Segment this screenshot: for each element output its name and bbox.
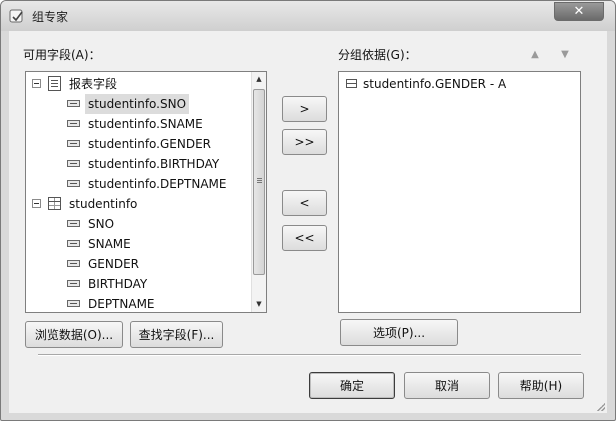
- field-icon: [67, 300, 80, 307]
- scroll-down-icon[interactable]: ▼: [252, 297, 266, 311]
- app-icon: [9, 9, 23, 23]
- tree-item-field[interactable]: GENDER: [26, 254, 250, 274]
- tree-item-label: studentinfo: [69, 197, 138, 211]
- field-icon: [67, 140, 80, 147]
- tree-item-label: SNO: [88, 217, 115, 231]
- tree-item-report-group[interactable]: 报表字段: [26, 74, 250, 94]
- separator: [38, 354, 581, 356]
- tree-item-field[interactable]: studentinfo.SNO: [26, 94, 250, 114]
- field-icon: [67, 180, 80, 187]
- group-expert-dialog: 组专家 ✕ 可用字段(A)： 报表字段 studentinfo.SNO studen…: [0, 0, 616, 421]
- tree-item-label: BIRTHDAY: [88, 277, 148, 291]
- tree-item-label: SNAME: [88, 237, 131, 251]
- tree-item-field[interactable]: SNAME: [26, 234, 250, 254]
- field-icon: [67, 100, 80, 107]
- add-all-fields-button[interactable]: >>: [282, 129, 327, 155]
- tree-item-field[interactable]: DEPTNAME: [26, 294, 250, 312]
- group-by-item[interactable]: studentinfo.GENDER - A: [339, 74, 579, 94]
- add-field-button[interactable]: >: [282, 96, 327, 122]
- tree-item-label: studentinfo.SNO: [85, 94, 190, 114]
- table-icon: [48, 197, 61, 210]
- tree-item-table[interactable]: studentinfo: [26, 194, 250, 214]
- scroll-thumb[interactable]: [253, 89, 265, 275]
- tree-item-label: DEPTNAME: [88, 297, 155, 311]
- group-by-label: 分组依据(G)：: [338, 48, 417, 62]
- tree-item-field[interactable]: studentinfo.GENDER: [26, 134, 250, 154]
- tree-item-label: studentinfo.BIRTHDAY: [88, 157, 220, 171]
- field-icon: [67, 120, 80, 127]
- field-icon: [67, 220, 80, 227]
- resize-grip-icon[interactable]: [595, 401, 605, 411]
- field-icon: [67, 160, 80, 167]
- tree-item-label: studentinfo.SNAME: [88, 117, 203, 131]
- tree-item-label: GENDER: [88, 257, 140, 271]
- report-icon: [48, 76, 61, 91]
- collapse-icon[interactable]: [32, 79, 41, 88]
- browse-data-button[interactable]: 浏览数据(O)...: [25, 321, 123, 348]
- group-field-icon: [346, 79, 357, 88]
- help-button[interactable]: 帮助(H): [498, 372, 584, 399]
- collapse-icon[interactable]: [32, 199, 41, 208]
- tree-item-label: studentinfo.GENDER: [88, 137, 211, 151]
- group-by-list[interactable]: studentinfo.GENDER - A: [338, 71, 581, 313]
- tree-item-label: 报表字段: [69, 77, 118, 91]
- tree-scrollbar[interactable]: ▲ ▼: [251, 72, 266, 312]
- field-icon: [67, 260, 80, 267]
- title-bar: 组专家 ✕: [1, 1, 615, 31]
- tree-item-field[interactable]: studentinfo.DEPTNAME: [26, 174, 250, 194]
- tree-item-label: studentinfo.DEPTNAME: [88, 177, 227, 191]
- dialog-body: 可用字段(A)： 报表字段 studentinfo.SNO studentinfo.…: [9, 31, 607, 413]
- tree-item-field[interactable]: studentinfo.SNAME: [26, 114, 250, 134]
- remove-all-fields-button[interactable]: <<: [282, 225, 327, 251]
- move-up-icon[interactable]: ▲: [528, 48, 542, 62]
- tree-item-field[interactable]: BIRTHDAY: [26, 274, 250, 294]
- available-fields-label: 可用字段(A)：: [23, 48, 101, 62]
- scroll-grip-icon: [257, 178, 262, 179]
- find-field-button[interactable]: 查找字段(F)...: [130, 321, 223, 348]
- close-button[interactable]: ✕: [554, 2, 604, 21]
- options-button[interactable]: 选项(P)...: [340, 319, 458, 346]
- group-by-item-label: studentinfo.GENDER - A: [363, 77, 507, 91]
- field-icon: [67, 240, 80, 247]
- scroll-up-icon[interactable]: ▲: [252, 72, 266, 86]
- move-down-icon[interactable]: ▼: [558, 48, 572, 62]
- field-icon: [67, 280, 80, 287]
- cancel-button[interactable]: 取消: [404, 372, 490, 399]
- remove-field-button[interactable]: <: [282, 190, 327, 216]
- tree-item-field[interactable]: studentinfo.BIRTHDAY: [26, 154, 250, 174]
- ok-button[interactable]: 确定: [309, 372, 395, 399]
- tree-item-field[interactable]: SNO: [26, 214, 250, 234]
- close-icon: ✕: [573, 4, 585, 19]
- window-title: 组专家: [32, 10, 69, 24]
- available-fields-tree[interactable]: 报表字段 studentinfo.SNO studentinfo.SNAME stud…: [25, 71, 267, 313]
